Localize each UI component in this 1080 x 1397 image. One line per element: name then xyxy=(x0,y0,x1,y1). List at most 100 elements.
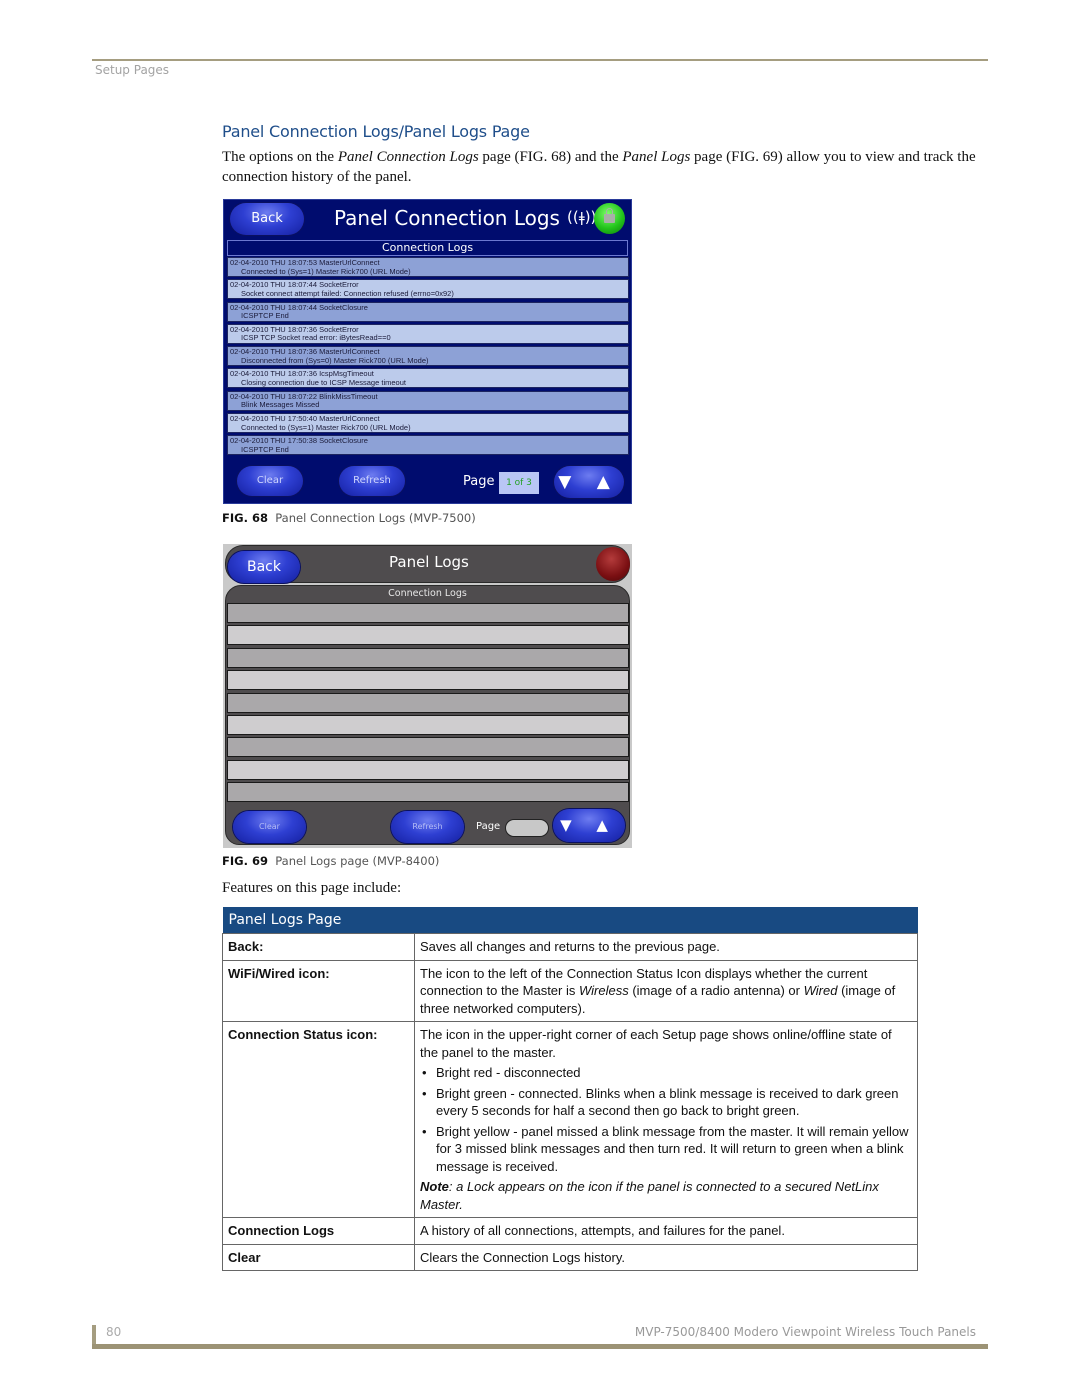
table-row: Connection Status icon: The icon in the … xyxy=(222,1021,918,1218)
description-text: (image of a radio antenna) or xyxy=(628,983,804,998)
log-entry[interactable] xyxy=(227,692,629,713)
page-label: Page xyxy=(463,474,495,489)
description-emphasis: Wireless xyxy=(578,983,629,998)
features-table: Panel Logs Page Back: Saves all changes … xyxy=(222,907,918,1271)
note-label: Note xyxy=(420,1179,449,1194)
connection-logs-header: Connection Logs xyxy=(227,240,628,256)
log-entry-detail: Socket connect attempt failed: Connectio… xyxy=(241,288,454,298)
log-entry[interactable] xyxy=(227,670,629,691)
log-entry-detail: Connected to (Sys=1) Master Rick700 (URL… xyxy=(241,266,411,276)
feature-name: WiFi/Wired icon: xyxy=(222,959,415,1022)
clear-button[interactable]: Clear xyxy=(233,811,306,843)
connection-status-icon[interactable] xyxy=(596,547,630,581)
log-entry-detail: ICSP TCP Socket read error: iBytesRead==… xyxy=(241,333,391,343)
log-list xyxy=(227,603,629,805)
bullet-item: Bright green - connected. Blinks when a … xyxy=(420,1085,912,1120)
lock-icon xyxy=(604,208,615,223)
intro-paragraph: The options on the Panel Connection Logs… xyxy=(222,147,992,187)
table-title: Panel Logs Page xyxy=(222,907,918,934)
back-button[interactable]: Back xyxy=(228,551,300,583)
note: Note: a Lock appears on the icon if the … xyxy=(420,1178,912,1213)
page-heading: Panel Connection Logs/Panel Logs Page xyxy=(222,122,530,141)
feature-description: Clears the Connection Logs history. xyxy=(414,1243,918,1271)
feature-name: Connection Logs xyxy=(222,1217,415,1245)
intro-emphasis: Panel Logs xyxy=(622,149,691,165)
clear-button[interactable]: Clear xyxy=(237,466,303,496)
log-entry[interactable]: 02-04-2010 THU 17:50:38 SocketClosure ICS… xyxy=(227,435,629,456)
bullet-item: Bright yellow - panel missed a blink mes… xyxy=(420,1123,912,1176)
log-entry[interactable]: 02-04-2010 THU 18:07:44 SocketClosure ICS… xyxy=(227,301,629,322)
page-label: Page xyxy=(476,821,501,832)
refresh-button[interactable]: Refresh xyxy=(391,811,464,843)
figure-caption-text: Panel Logs page (MVP-8400) xyxy=(275,854,440,868)
figure-caption: FIG. 69 Panel Logs page (MVP-8400) xyxy=(222,854,439,868)
connection-logs-header: Connection Logs xyxy=(388,588,467,599)
page-number: 80 xyxy=(106,1325,122,1339)
feature-name: Clear xyxy=(222,1243,415,1271)
footer-rule xyxy=(92,1344,988,1349)
feature-description: Saves all changes and returns to the pre… xyxy=(414,933,918,961)
feature-description: The icon in the upper-right corner of ea… xyxy=(414,1021,918,1218)
log-entry-detail: Disconnected from (Sys=0) Master Rick700… xyxy=(241,355,429,365)
log-panel: Connection Logs xyxy=(225,585,630,845)
figure-caption: FIG. 68 Panel Connection Logs (MVP-7500) xyxy=(222,511,476,525)
log-entry[interactable]: 02-04-2010 THU 18:07:22 BlinkMissTimeout… xyxy=(227,390,629,411)
connection-status-icon[interactable] xyxy=(594,203,625,234)
screen-title: Panel Logs xyxy=(389,553,469,571)
description-emphasis: Wired xyxy=(803,983,838,998)
log-entry[interactable] xyxy=(227,759,629,780)
back-button[interactable]: Back xyxy=(230,203,304,235)
section-label: Setup Pages xyxy=(95,63,170,77)
intro-text: The options on the xyxy=(222,149,338,165)
page-indicator xyxy=(505,819,549,837)
log-entry-header: 02-04-2010 THU 17:50:38 SocketClosure xyxy=(230,436,368,446)
log-entry[interactable] xyxy=(227,714,629,735)
figure-caption-text: Panel Connection Logs (MVP-7500) xyxy=(275,511,476,525)
document-title: MVP-7500/8400 Modero Viewpoint Wireless … xyxy=(634,1325,976,1339)
intro-text: page (FIG. 68) and the xyxy=(478,149,623,165)
log-entry[interactable] xyxy=(227,737,629,758)
status-bullet-list: Bright red - disconnected Bright green -… xyxy=(420,1064,912,1175)
figure-number: FIG. 68 xyxy=(222,511,268,525)
log-entry[interactable]: 02-04-2010 THU 18:07:36 SocketError ICSP … xyxy=(227,323,629,344)
log-entry[interactable] xyxy=(227,625,629,646)
log-entry-detail: Closing connection due to ICSP Message t… xyxy=(241,377,406,387)
feature-name: Back: xyxy=(222,933,415,961)
panel-connection-logs-screenshot: Back Panel Connection Logs ((ǂ)) Connect… xyxy=(223,199,632,504)
log-entry[interactable]: 02-04-2010 THU 18:07:53 MasterUrlConnect… xyxy=(227,257,629,277)
table-row: Connection Logs A history of all connect… xyxy=(222,1217,918,1245)
log-entry-detail: ICSPTCP End xyxy=(241,444,289,454)
log-entry[interactable]: 02-04-2010 THU 17:50:40 MasterUrlConnect… xyxy=(227,413,629,434)
page-up-down-button[interactable]: ▼ ▲ xyxy=(553,809,625,842)
log-entry[interactable]: 02-04-2010 THU 18:07:36 IcspMsgTimeout Cl… xyxy=(227,368,629,389)
bullet-item: Bright red - disconnected xyxy=(420,1064,912,1082)
log-entry-detail: ICSPTCP End xyxy=(241,311,289,321)
log-entry[interactable] xyxy=(227,603,629,623)
log-entry-detail: Connected to (Sys=1) Master Rick700 (URL… xyxy=(241,422,411,432)
page-up-down-button[interactable]: ▼ ▲ xyxy=(554,466,624,498)
log-entry[interactable] xyxy=(227,782,629,803)
intro-emphasis: Panel Connection Logs xyxy=(337,149,479,165)
features-intro: Features on this page include: xyxy=(222,880,402,896)
feature-description: The icon to the left of the Connection S… xyxy=(414,959,918,1022)
log-entry[interactable] xyxy=(227,647,629,668)
page-indicator: 1 of 3 xyxy=(499,472,539,494)
wifi-antenna-icon: ((ǂ)) xyxy=(567,208,597,226)
log-entry-header: 02-04-2010 THU 18:07:44 SocketClosure xyxy=(230,302,368,312)
header-rule xyxy=(92,59,988,61)
screen-title: Panel Connection Logs xyxy=(334,206,560,230)
table-row: Back: Saves all changes and returns to t… xyxy=(222,933,918,961)
feature-description: A history of all connections, attempts, … xyxy=(414,1217,918,1245)
feature-name: Connection Status icon: xyxy=(222,1021,415,1218)
panel-logs-screenshot: Back Panel Logs Connection Logs Clear Re… xyxy=(223,544,632,848)
note-text: : a Lock appears on the icon if the pane… xyxy=(420,1179,879,1212)
description-text: The icon in the upper-right corner of ea… xyxy=(420,1027,892,1060)
table-row: WiFi/Wired icon: The icon to the left of… xyxy=(222,959,918,1022)
log-entry-detail: Blink Messages Missed xyxy=(241,400,320,410)
log-entry[interactable]: 02-04-2010 THU 18:07:36 MasterUrlConnect… xyxy=(227,346,629,367)
table-row: Clear Clears the Connection Logs history… xyxy=(222,1243,918,1271)
log-entry[interactable]: 02-04-2010 THU 18:07:44 SocketError Socke… xyxy=(227,279,629,300)
refresh-button[interactable]: Refresh xyxy=(339,466,405,496)
figure-number: FIG. 69 xyxy=(222,854,268,868)
log-list: 02-04-2010 THU 18:07:53 MasterUrlConnect… xyxy=(227,257,629,458)
